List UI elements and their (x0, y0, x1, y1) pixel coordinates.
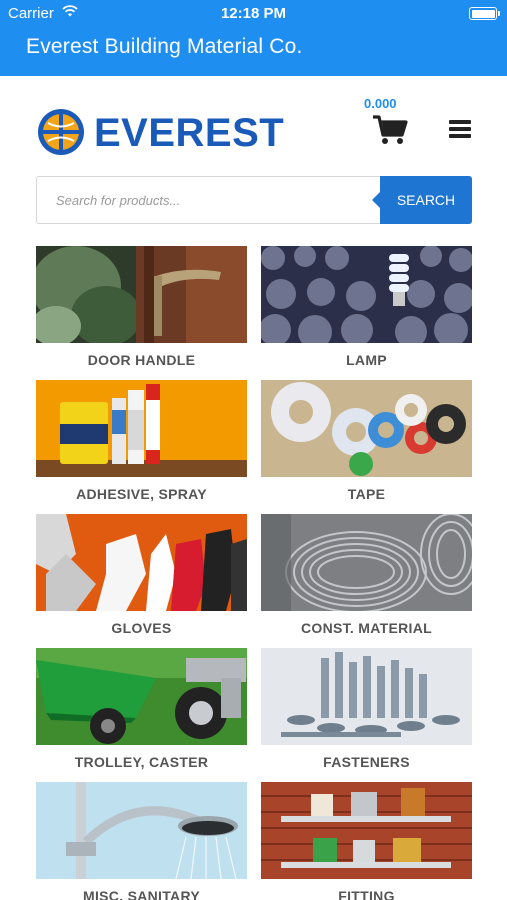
category-tile-adhesive-spray[interactable]: ADHESIVE, SPRAY (36, 380, 247, 514)
category-tile-fitting[interactable]: FITTING (261, 782, 472, 900)
tape-rolls-photo (261, 380, 472, 477)
status-bar: Carrier 12:18 PM (0, 0, 507, 28)
logo-wordmark: EVEREST (94, 111, 285, 155)
hamburger-menu-icon[interactable] (449, 120, 471, 138)
search-bar: SEARCH (36, 176, 472, 224)
search-input[interactable] (37, 177, 381, 223)
app-header-bar: Carrier 12:18 PM Everest Building Materi… (0, 0, 507, 76)
category-label: DOOR HANDLE (87, 352, 196, 368)
shopping-cart-icon[interactable] (372, 114, 408, 146)
category-tile-gloves[interactable]: GLOVES (36, 514, 247, 648)
category-tile-lamp[interactable]: LAMP (261, 246, 472, 380)
menu-bar (449, 127, 471, 131)
gloves-photo (36, 514, 247, 611)
category-label: FASTENERS (323, 754, 410, 770)
category-label: ADHESIVE, SPRAY (76, 486, 207, 502)
category-label: GLOVES (111, 620, 172, 636)
category-label: CONST. MATERIAL (300, 620, 432, 636)
category-tile-const-material[interactable]: CONST. MATERIAL (261, 514, 472, 648)
category-tile-tape[interactable]: TAPE (261, 380, 472, 514)
status-time: 12:18 PM (220, 5, 287, 22)
bolts-fasteners-photo (261, 648, 472, 745)
search-button[interactable]: SEARCH (372, 176, 472, 224)
category-label: FITTING (338, 888, 395, 900)
category-tile-trolley-caster[interactable]: TROLLEY, CASTER (36, 648, 247, 782)
wheelbarrow-caster-photo (36, 648, 247, 745)
category-tile-door-handle[interactable]: DOOR HANDLE (36, 246, 247, 380)
globe-logo-icon (38, 109, 84, 155)
wire-coils-photo (261, 514, 472, 611)
adhesive-cans-photo (36, 380, 247, 477)
door-handle-photo (36, 246, 247, 343)
app-title: Everest Building Material Co. (26, 35, 303, 58)
menu-bar (449, 134, 471, 138)
category-label: TROLLEY, CASTER (74, 754, 209, 770)
cart-total: 0.000 (364, 96, 397, 111)
category-label: LAMP (346, 352, 387, 368)
pipe-fittings-photo (261, 782, 472, 879)
battery-icon (469, 7, 500, 20)
everest-logo[interactable]: EVEREST (37, 108, 287, 158)
category-tile-fasteners[interactable]: FASTENERS (261, 648, 472, 782)
category-label: MISC. SANITARY (83, 888, 200, 900)
shower-head-photo (36, 782, 247, 879)
menu-bar (449, 120, 471, 124)
category-label: TAPE (347, 486, 386, 502)
lamp-bulbs-photo (261, 246, 472, 343)
category-tile-misc-sanitary[interactable]: MISC. SANITARY (36, 782, 247, 900)
